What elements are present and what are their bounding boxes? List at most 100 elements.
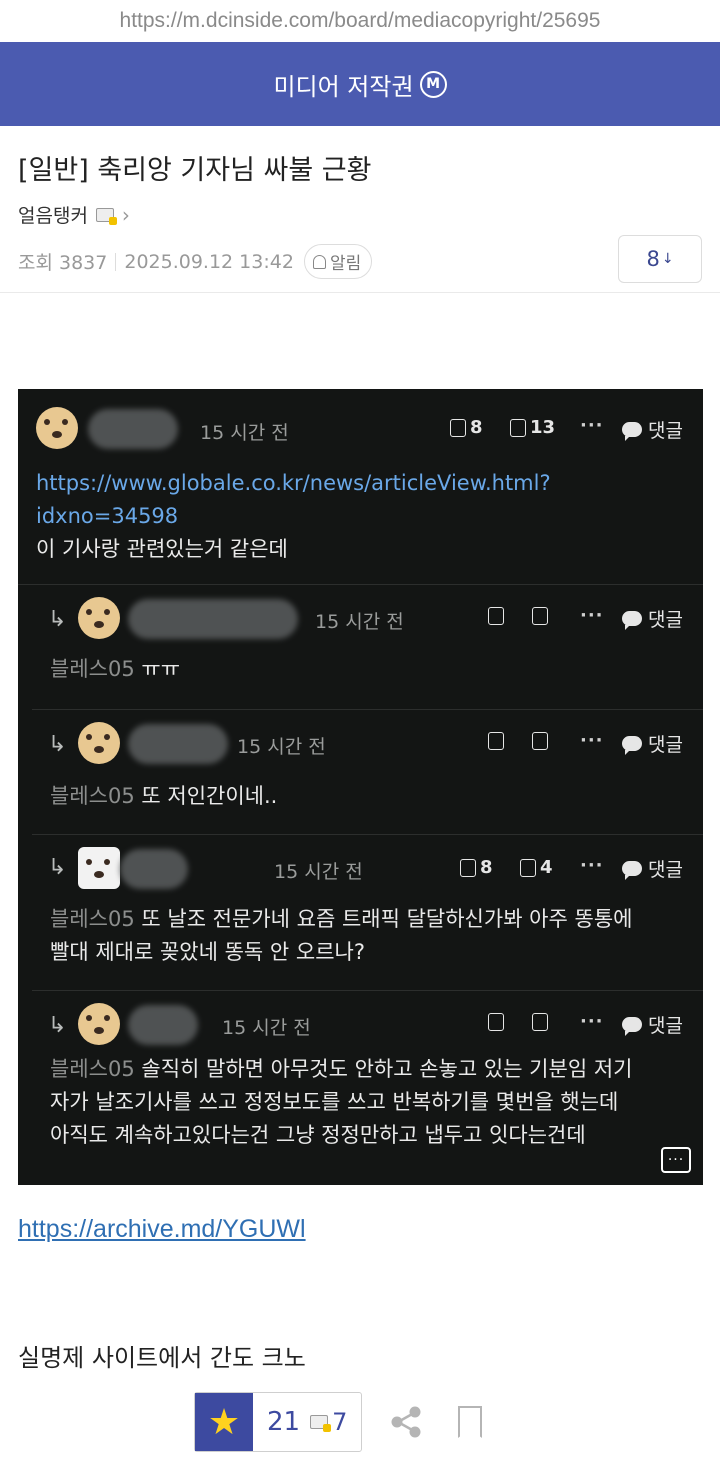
comment-time: 15 시간 전 (222, 1017, 311, 1039)
blurred-nickname (120, 849, 188, 889)
reply-arrow-icon: ↳ (48, 607, 67, 632)
dog-avatar-icon (78, 597, 120, 639)
screenshot-reply: ↳ 15 시간 전 8 4 ··· 댓글 블레스05 또 날조 전문가네 요즘 … (32, 835, 703, 991)
comment-mention: 블레스05 (50, 657, 135, 681)
white-dog-avatar-icon (78, 847, 120, 889)
recommend-box[interactable]: ★ 21 7 (194, 1392, 363, 1452)
comment-time: 15 시간 전 (237, 736, 326, 758)
chat-bubble-icon (622, 736, 642, 755)
reply-text: 댓글 (648, 859, 683, 881)
chat-bubble-icon (622, 1017, 642, 1036)
chat-bubble-icon (622, 422, 642, 441)
reply-label: 댓글 (622, 605, 683, 632)
recommend-count: 21 (267, 1407, 301, 1437)
dislike-count: 13 (530, 417, 556, 438)
alarm-label: 알림 (329, 254, 362, 274)
more-icon: ··· (580, 1011, 604, 1032)
board-title: 미디어 저작권 (273, 72, 414, 101)
minor-gallery-badge-icon: M (419, 70, 447, 98)
dislike-stat: 13 (510, 417, 555, 438)
post-body-text: 실명제 사이트에서 간도 크노 (18, 1344, 306, 1372)
alarm-button[interactable]: 알림 (303, 244, 373, 279)
address-bar[interactable]: https://m.dcinside.com/board/mediacopyri… (0, 0, 720, 42)
share-icon[interactable] (388, 1404, 424, 1440)
reply-arrow-icon: ↳ (48, 1013, 67, 1038)
reply-label: 댓글 (622, 1011, 683, 1038)
thumbs-down-icon (532, 1013, 548, 1031)
dislike-stat (532, 1013, 548, 1031)
chevron-right-icon[interactable]: › (122, 203, 130, 227)
author-row[interactable]: 얼음탱커 › (18, 201, 130, 228)
comment-text: 자가 날조기사를 쓰고 정정보도를 쓰고 반복하기를 몇번을 햇는데 (50, 1090, 619, 1114)
header-divider (0, 292, 720, 293)
archive-link[interactable]: https://archive.md/YGUWl (18, 1215, 306, 1244)
dog-avatar-icon (36, 407, 78, 449)
reply-text: 댓글 (648, 1015, 683, 1037)
post-date: 2025.09.12 13:42 (124, 250, 294, 273)
dislike-count: 4 (540, 857, 553, 878)
comment-mention: 블레스05 (50, 784, 135, 808)
like-stat (488, 732, 504, 750)
screenshot-reply: ↳ 15 시간 전 ··· 댓글 블레스05 ㅠㅠ (32, 585, 703, 710)
chat-bubble-icon (622, 861, 642, 880)
blurred-nickname (128, 599, 298, 639)
comment-text: 빨대 제대로 꽂았네 똥독 안 오르나? (50, 940, 366, 964)
reply-label: 댓글 (622, 855, 683, 882)
author-name[interactable]: 얼음탱커 (18, 201, 88, 228)
comment-body: 블레스05 또 저인간이네.. (50, 780, 277, 813)
dislike-stat: 4 (520, 857, 553, 878)
arrow-down-icon: ↓ (661, 251, 674, 267)
thumbs-up-icon (460, 858, 476, 877)
meta-divider (115, 252, 117, 271)
thumbs-up-icon (488, 607, 504, 625)
more-icon: ··· (580, 415, 604, 436)
board-header[interactable]: 미디어 저작권 M (0, 42, 720, 126)
screenshot-comment: 15 시간 전 8 13 ··· 댓글 https://www.globale.… (18, 389, 703, 585)
comment-mention: 블레스05 (50, 907, 135, 931)
comment-text: ㅠㅠ (141, 657, 181, 681)
thumbs-up-icon (488, 732, 504, 750)
thumbs-down-icon (532, 607, 548, 625)
post-meta: 조회 3837 2025.09.12 13:42 알림 (18, 244, 373, 279)
thumbs-down-icon (510, 418, 526, 437)
comment-count: 8 (646, 247, 660, 271)
comment-body: 블레스05 ㅠㅠ (50, 653, 180, 686)
comment-body: https://www.globale.co.kr/news/articleVi… (36, 467, 551, 566)
comment-mention: 블레스05 (50, 1057, 135, 1081)
reply-arrow-icon: ↳ (48, 732, 67, 757)
reply-label: 댓글 (622, 730, 683, 757)
bookmark-icon[interactable] (458, 1406, 483, 1438)
comment-text: 솔직히 말하면 아무것도 안하고 손놓고 있는 기분임 저기 (141, 1057, 633, 1081)
chat-icon: ··· (661, 1147, 691, 1173)
comment-body: 블레스05 또 날조 전문가네 요즘 트래픽 달달하신가봐 아주 똥통에 빨대 … (50, 903, 632, 969)
thumbs-up-icon (450, 418, 466, 437)
dog-avatar-icon (78, 722, 120, 764)
more-icon: ··· (580, 730, 604, 751)
like-stat (488, 1013, 504, 1031)
blurred-nickname (128, 724, 228, 764)
more-icon: ··· (580, 605, 604, 626)
screenshot-reply: ↳ 15 시간 전 ··· 댓글 블레스05 솔직히 말하면 아무것도 안하고 … (32, 991, 703, 1185)
fixed-nick-icon (95, 207, 117, 225)
post-title: [일반] 축리앙 기자님 싸불 근황 (18, 155, 372, 186)
comment-time: 15 시간 전 (200, 422, 289, 444)
star-icon[interactable]: ★ (195, 1393, 253, 1451)
reply-text: 댓글 (648, 734, 683, 756)
like-count: 8 (470, 417, 483, 438)
comment-jump-button[interactable]: 8 ↓ (618, 235, 702, 283)
like-stat: 8 (450, 417, 483, 438)
bell-icon (312, 254, 326, 269)
thumbs-down-icon (532, 732, 548, 750)
comment-text: 또 날조 전문가네 요즘 트래픽 달달하신가봐 아주 똥통에 (141, 907, 633, 931)
comment-text: 아직도 계속하고있다는건 그냥 정정만하고 냅두고 잇다는건데 (50, 1123, 586, 1147)
reply-label: 댓글 (622, 416, 683, 443)
like-count: 8 (480, 857, 493, 878)
chat-bubble-icon (622, 611, 642, 630)
dog-avatar-icon (78, 1003, 120, 1045)
comment-link-line: idxno=34598 (36, 504, 179, 528)
reply-text: 댓글 (648, 609, 683, 631)
fixed-recommend-count: 7 (332, 1408, 348, 1436)
fixed-recommend: 7 (310, 1408, 361, 1436)
reply-text: 댓글 (648, 420, 683, 442)
thumbs-up-icon (488, 1013, 504, 1031)
